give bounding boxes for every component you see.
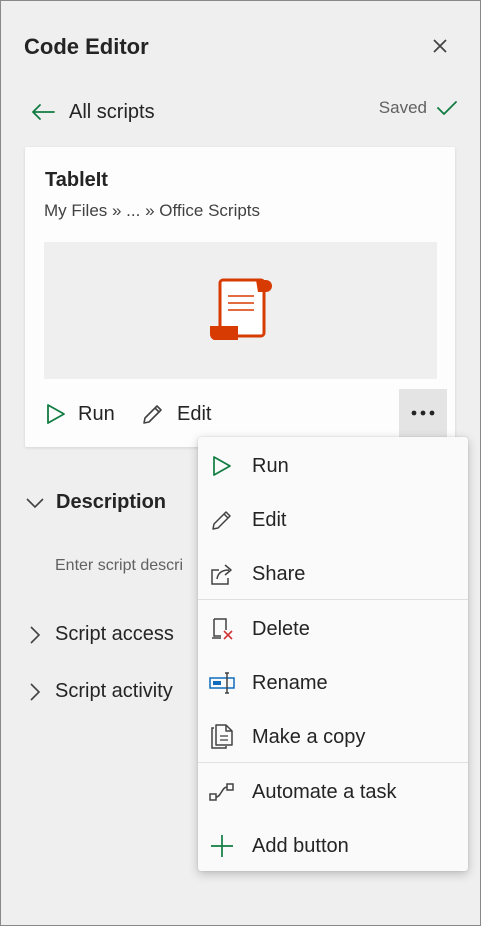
edit-label: Edit — [177, 402, 212, 425]
run-icon — [47, 404, 65, 424]
run-label: Run — [78, 402, 115, 425]
script-card: TableIt My Files » ... » Office Scripts … — [25, 147, 455, 447]
menu-item-label: Run — [252, 454, 289, 477]
menu-item-add-button[interactable]: Add button — [198, 819, 468, 873]
script-thumbnail — [44, 242, 437, 379]
script-activity-label: Script activity — [55, 680, 173, 702]
menu-item-label: Share — [252, 562, 306, 585]
menu-divider — [198, 599, 468, 600]
share-icon — [208, 560, 236, 588]
script-scroll-icon — [209, 278, 272, 340]
menu-item-label: Make a copy — [252, 725, 366, 748]
menu-item-label: Edit — [252, 508, 287, 531]
pencil-icon — [208, 506, 236, 534]
code-editor-pane: Code Editor All scripts Saved TableIt My… — [0, 0, 481, 926]
menu-item-label: Add button — [252, 834, 349, 857]
close-button[interactable] — [429, 35, 451, 57]
pencil-icon — [143, 405, 162, 424]
menu-item-label: Rename — [252, 671, 328, 694]
back-arrow-icon — [32, 104, 55, 120]
script-access-toggle[interactable]: Script access — [25, 623, 174, 646]
menu-item-edit[interactable]: Edit — [198, 493, 468, 547]
back-label: All scripts — [69, 100, 155, 123]
description-section-toggle[interactable]: Description — [25, 491, 166, 514]
chevron-right-icon — [30, 625, 41, 644]
menu-item-label: Automate a task — [252, 780, 397, 803]
close-icon — [433, 39, 447, 53]
menu-item-label: Delete — [252, 617, 310, 640]
more-options-button[interactable] — [399, 389, 447, 437]
saved-label: Saved — [378, 98, 427, 117]
pane-title: Code Editor — [24, 34, 149, 59]
script-path: My Files » ... » Office Scripts — [44, 201, 261, 220]
add-icon — [208, 832, 236, 860]
menu-item-automate-task[interactable]: Automate a task — [198, 765, 468, 819]
checkmark-icon — [437, 101, 457, 115]
menu-item-make-copy[interactable]: Make a copy — [198, 710, 468, 764]
menu-item-share[interactable]: Share — [198, 547, 468, 601]
chevron-right-icon — [30, 682, 41, 701]
ellipsis-icon — [411, 410, 435, 416]
menu-divider — [198, 762, 468, 763]
delete-icon — [208, 615, 236, 643]
flow-icon — [208, 778, 236, 806]
menu-item-rename[interactable]: Rename — [198, 656, 468, 710]
menu-item-run[interactable]: Run — [198, 439, 468, 493]
description-label: Description — [56, 491, 167, 513]
script-name: TableIt — [45, 169, 108, 191]
more-options-menu: Run Edit Share Delete Rename Make a copy… — [198, 437, 468, 871]
copy-icon — [208, 723, 236, 751]
back-to-all-scripts[interactable]: All scripts — [31, 97, 155, 127]
run-button[interactable]: Run — [46, 399, 115, 429]
saved-status: Saved — [379, 98, 457, 118]
description-input[interactable]: Enter script descri — [55, 557, 183, 575]
script-activity-toggle[interactable]: Script activity — [25, 680, 173, 703]
menu-item-delete[interactable]: Delete — [198, 602, 468, 656]
edit-button[interactable]: Edit — [141, 399, 211, 429]
script-access-label: Script access — [55, 623, 174, 645]
rename-icon — [208, 669, 236, 697]
run-icon — [208, 452, 236, 480]
chevron-down-icon — [26, 497, 44, 508]
